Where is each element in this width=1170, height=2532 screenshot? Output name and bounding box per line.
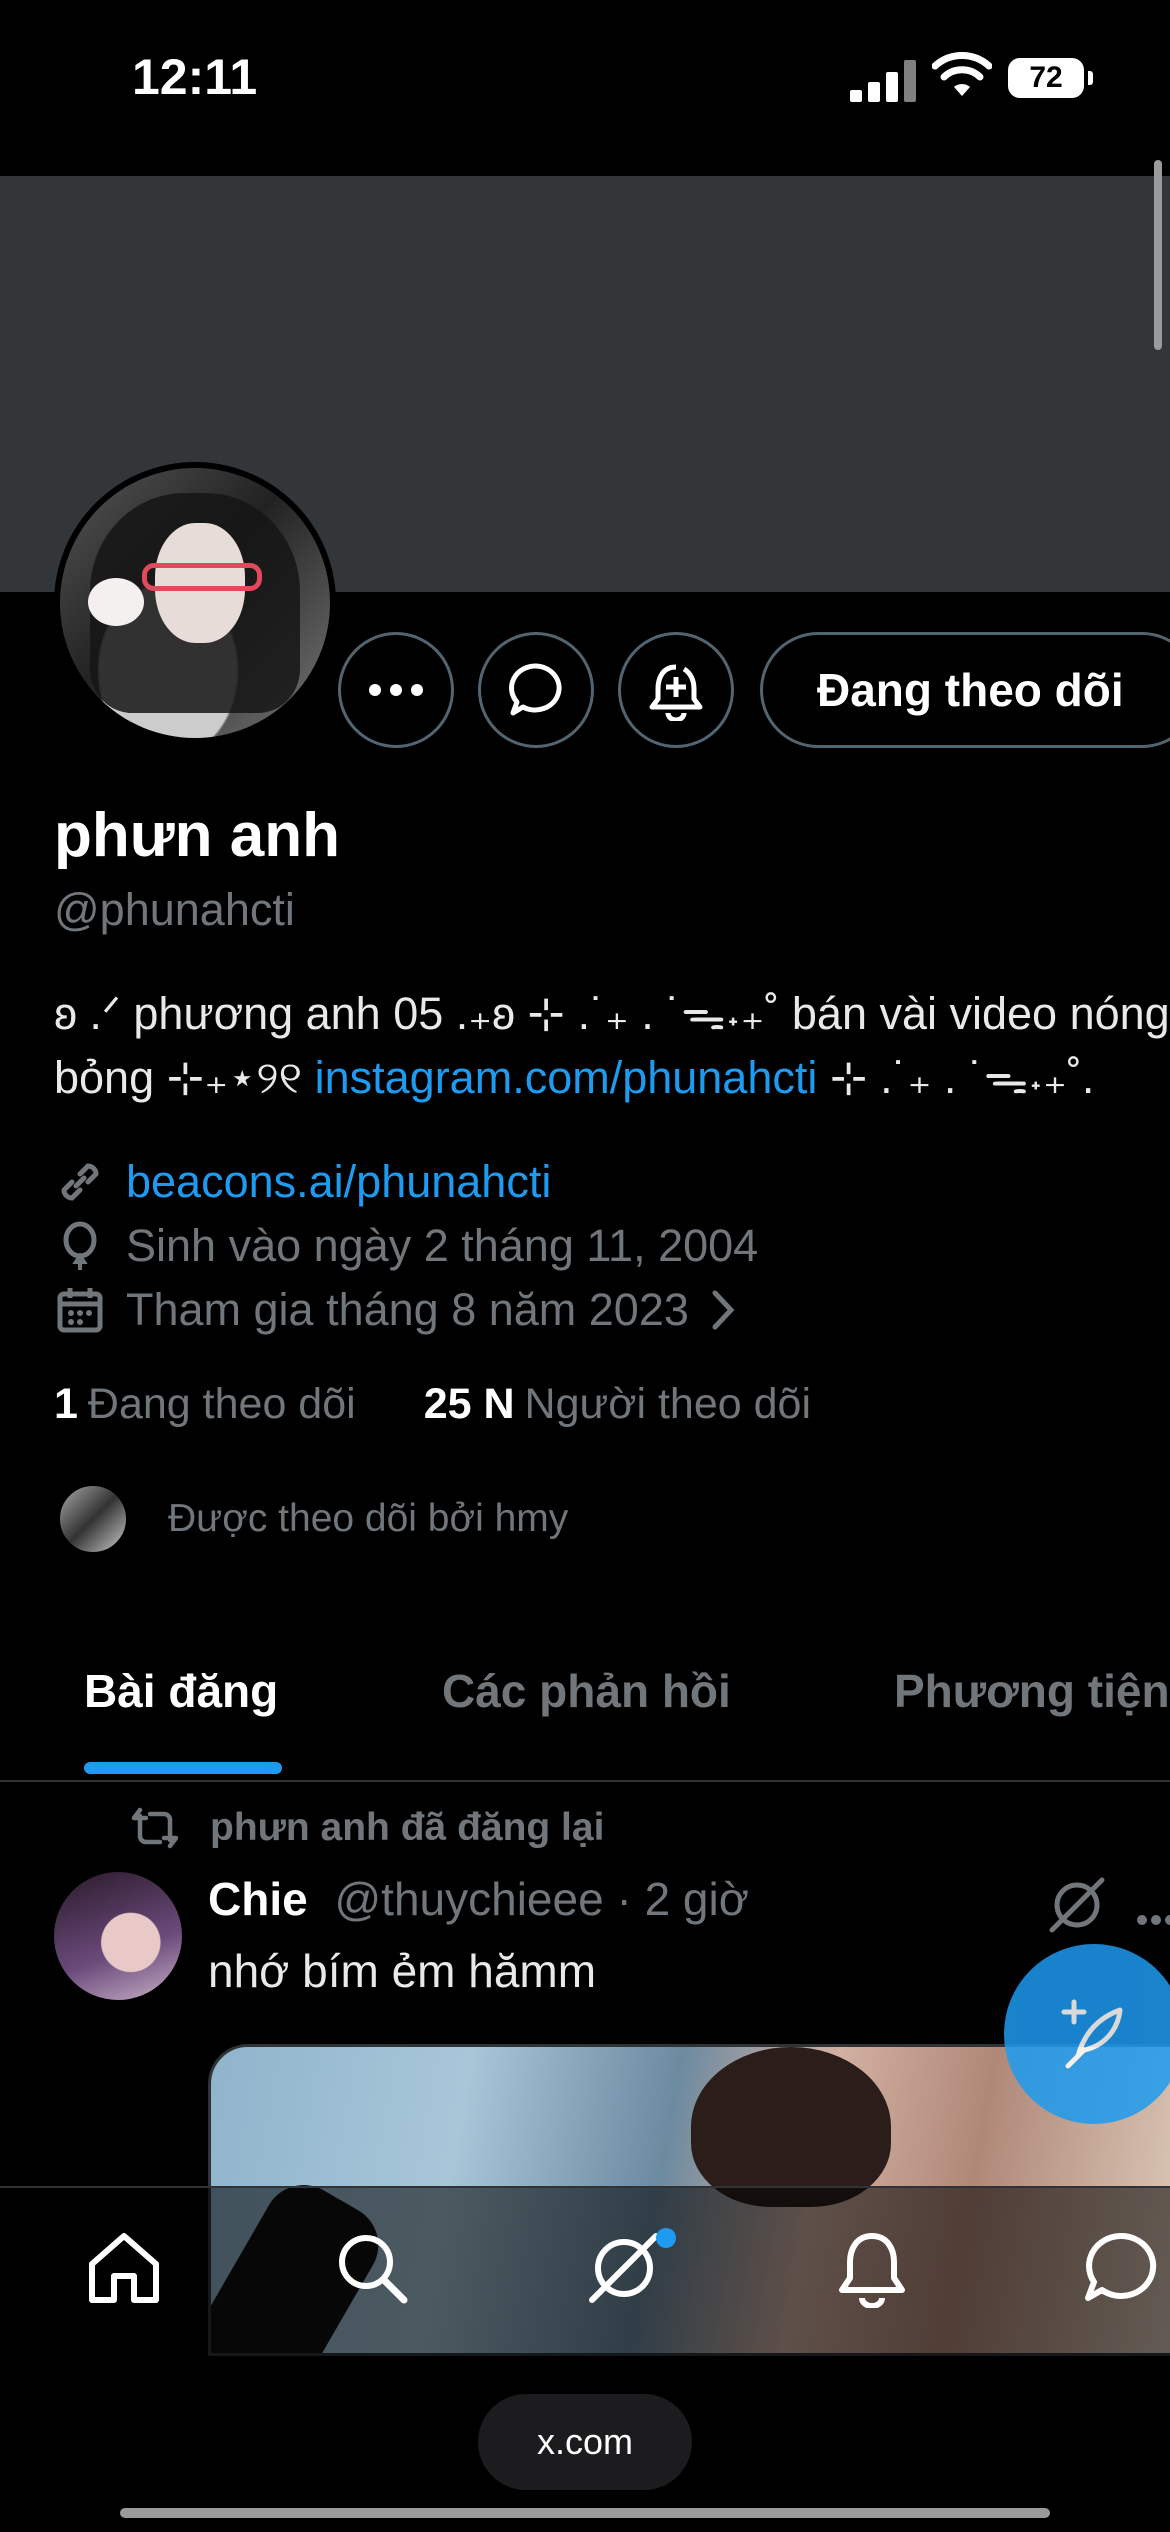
profile-avatar[interactable] (54, 462, 336, 744)
post-header: Chie @thuychieee · 2 giờ (208, 1872, 749, 1926)
battery-indicator: 72 (1008, 58, 1093, 98)
joined-row[interactable]: Tham gia tháng 8 năm 2023 (54, 1280, 763, 1340)
followers-count-link[interactable]: 25 N Người theo dõi (424, 1380, 811, 1429)
chevron-right-icon (712, 1290, 735, 1330)
grok-nav-icon (589, 2233, 659, 2303)
profile-name: phưn anh (54, 801, 340, 870)
website-row: beacons.ai/phunahcti (54, 1152, 551, 1212)
profile-tabs: Bài đăng Các phản hồi Phương tiện (0, 1640, 1170, 1782)
bio-line-2-start: bỏng ⊹₊⋆୨୧ (54, 1052, 315, 1103)
follower-mini-avatar (58, 1484, 128, 1554)
tab-posts[interactable]: Bài đăng (84, 1664, 278, 1718)
profile-bio: ʚ .ᐟ phương anh 05 .₊ʚ ⊹ .˙₊ . ˙ᯓ˖₊˚ bán… (54, 982, 1170, 1110)
birthday-balloon-icon (63, 1221, 97, 1270)
tab-media[interactable]: Phương tiện (894, 1664, 1170, 1718)
bottom-nav (0, 2186, 1170, 2356)
followers-label: Người theo dõi (524, 1380, 812, 1428)
bell-icon (839, 2233, 905, 2308)
nav-home[interactable] (74, 2218, 174, 2318)
followers-count: 25 N (423, 1380, 515, 1428)
joined-text: Tham gia tháng 8 năm 2023 (126, 1284, 689, 1335)
profile-handle: @phunahcti (54, 884, 295, 935)
post-text: nhớ bím ẻm hămm (208, 1945, 597, 1997)
post-more-button[interactable] (1136, 1880, 1170, 1938)
follow-counts: 1 Đang theo dõi 25 N Người theo dõi (54, 1380, 879, 1429)
notify-bell-icon (649, 664, 703, 721)
following-button[interactable]: Đang theo dõi (760, 632, 1170, 748)
post-time[interactable]: 2 giờ (645, 1873, 749, 1925)
bio-line-2: bỏng ⊹₊⋆୨୧ instagram.com/phunahcti ⊹ .˙₊… (54, 1046, 1170, 1110)
bio-line-2-end: ⊹ .˙₊ . ˙ᯓ˖₊˚. (817, 1052, 1095, 1103)
signal-icon (850, 58, 916, 102)
post-more-icon (1137, 1915, 1170, 1925)
nav-notifications[interactable] (822, 2218, 922, 2318)
compose-button[interactable] (1004, 1944, 1170, 2124)
bio-line-1: ʚ .ᐟ phương anh 05 .₊ʚ ⊹ .˙₊ . ˙ᯓ˖₊˚ bán… (54, 988, 1170, 1039)
wifi-icon (931, 50, 993, 100)
home-indicator[interactable] (120, 2508, 1050, 2518)
nav-search[interactable] (322, 2218, 422, 2318)
repost-icon (131, 1807, 179, 1849)
more-icon (369, 684, 423, 696)
bio-instagram-link[interactable]: instagram.com/phunahcti (315, 1052, 818, 1103)
link-icon (61, 1163, 99, 1201)
message-button[interactable] (478, 632, 594, 748)
message-icon (509, 663, 562, 716)
nav-messages[interactable] (1070, 2218, 1170, 2318)
browser-url-pill[interactable]: x.com (478, 2394, 692, 2490)
birthday-row: Sinh vào ngày 2 tháng 11, 2004 (54, 1216, 758, 1276)
following-count-link[interactable]: 1 Đang theo dõi (54, 1380, 356, 1429)
followed-by-text: Được theo dõi bởi hmy (168, 1497, 569, 1540)
post-author-handle[interactable]: @thuychieee (334, 1873, 603, 1925)
status-time: 12:11 (132, 49, 258, 105)
avatar-image (60, 468, 330, 738)
active-tab-indicator (84, 1762, 282, 1774)
home-icon (89, 2233, 159, 2303)
grok-icon (1049, 1877, 1105, 1933)
more-button[interactable] (338, 632, 454, 748)
search-icon (339, 2235, 408, 2304)
following-count: 1 (54, 1380, 78, 1428)
repost-indicator[interactable]: phưn anh đã đăng lại (130, 1806, 604, 1850)
post-author-avatar[interactable] (54, 1872, 182, 2000)
grok-unread-dot (656, 2228, 676, 2248)
website-link[interactable]: beacons.ai/phunahcti (126, 1156, 551, 1208)
post-separator: · (616, 1873, 632, 1925)
birthday-text: Sinh vào ngày 2 tháng 11, 2004 (126, 1220, 759, 1271)
following-label: Đang theo dõi (87, 1380, 356, 1428)
repost-label: phưn anh đã đăng lại (210, 1806, 605, 1849)
followed-by-row[interactable]: Được theo dõi bởi hmy (58, 1484, 568, 1554)
calendar-icon (57, 1288, 103, 1333)
grok-post-button[interactable] (1048, 1876, 1106, 1939)
tab-replies[interactable]: Các phản hồi (442, 1664, 731, 1718)
post-author-name[interactable]: Chie (208, 1873, 308, 1925)
compose-icon (1061, 1999, 1123, 2069)
notify-button[interactable] (618, 632, 734, 748)
scrollbar[interactable] (1154, 160, 1162, 350)
messages-nav-icon (1085, 2232, 1157, 2301)
